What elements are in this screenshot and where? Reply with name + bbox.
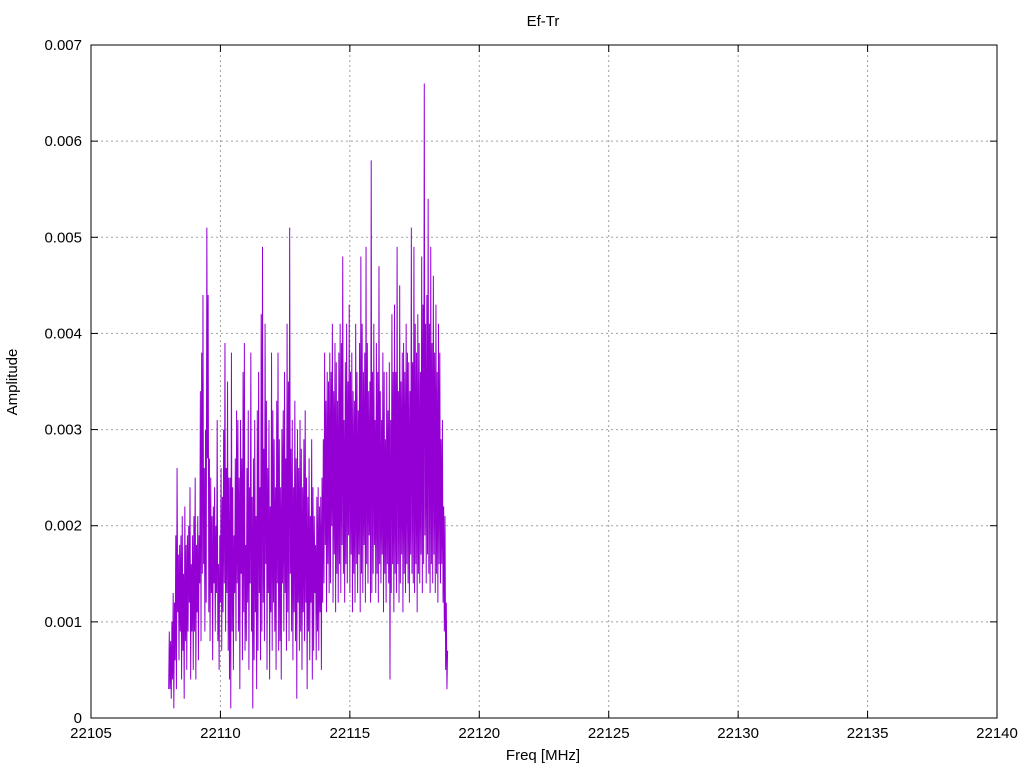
plot-frame <box>90 44 998 719</box>
y-tick-label: 0.001 <box>44 614 82 631</box>
x-tick-label: 22105 <box>70 725 112 742</box>
grid-lines <box>91 45 997 718</box>
x-tick-label: 22130 <box>717 725 759 742</box>
y-tick-label: 0.003 <box>44 422 82 439</box>
chart-title: Ef-Tr <box>527 13 560 30</box>
x-tick-label: 22110 <box>200 725 241 742</box>
y-axis-title: Amplitude <box>4 349 21 416</box>
y-tick-label: 0.007 <box>44 37 82 54</box>
series-line <box>168 83 449 709</box>
y-tick-label: 0.006 <box>44 133 82 150</box>
x-tick-label: 22140 <box>976 725 1018 742</box>
x-axis-title: Freq [MHz] <box>506 747 580 764</box>
plot-area <box>168 83 449 709</box>
y-tick-label: 0.002 <box>44 518 82 535</box>
x-tick-label: 22120 <box>458 725 500 742</box>
y-tick-label: 0.005 <box>44 229 82 246</box>
y-tick-label: 0 <box>74 710 82 727</box>
x-tick-label: 22135 <box>847 725 889 742</box>
y-tick-label: 0.004 <box>44 325 82 342</box>
x-tick-label: 22115 <box>330 725 371 742</box>
chart-container: 22105 22110 22115 22120 22125 22130 22135 22140… <box>0 0 1024 768</box>
chart-svg: 22105 22110 22115 22120 22125 22130 22135 22140… <box>4 13 1018 764</box>
x-tick-label: 22125 <box>588 725 630 742</box>
